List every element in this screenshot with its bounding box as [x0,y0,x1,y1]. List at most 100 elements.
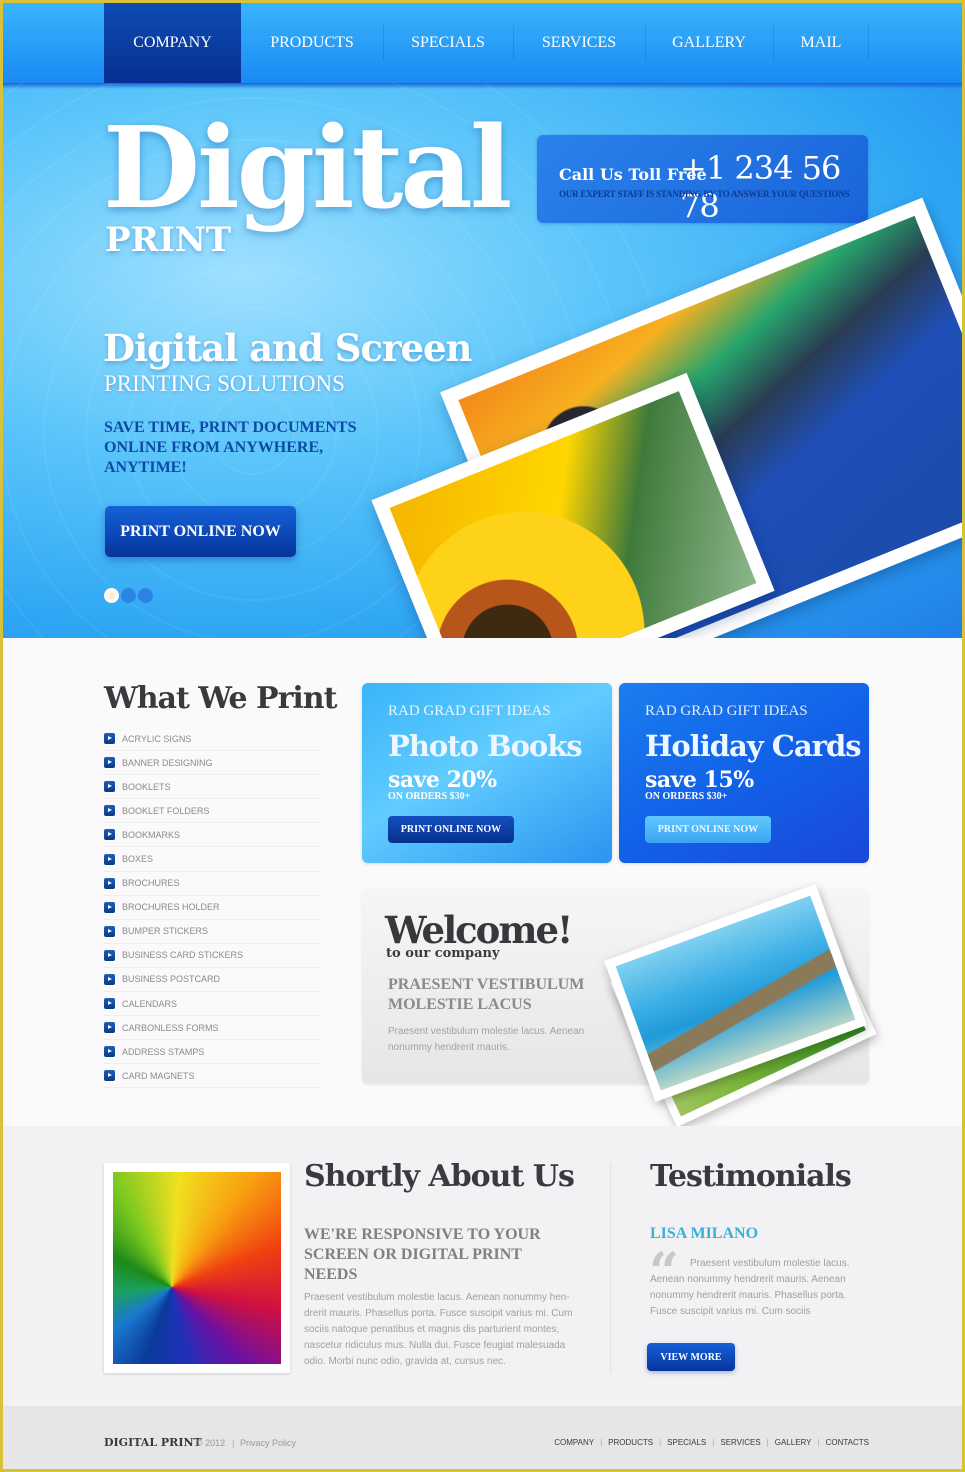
promo-discount: save 15% [645,767,754,793]
print-category-label: ACRYLIC SIGNS [122,733,192,744]
print-online-now-button[interactable]: PRINT ONLINE NOW [105,506,296,557]
footer-link-products[interactable]: PRODUCTS [608,1438,653,1447]
arrow-bullet-icon [104,1070,115,1082]
promo-condition: ON ORDERS $30+ [645,791,728,802]
call-us-box: Call Us Toll Free +1 234 56 78 OUR EXPER… [537,135,868,225]
footer: DIGITAL PRINT © 2012 | Privacy Policy CO… [3,1406,962,1469]
arrow-bullet-icon [104,781,115,793]
welcome-body: Praesent vestibulum molestie lacus. Aene… [388,1026,585,1053]
slide-dot-2[interactable] [121,588,136,603]
hero-banner: Digital PRINT Call Us Toll Free +1 234 5… [3,83,962,638]
nav-item-services[interactable]: SERVICES [514,3,644,83]
promo-print-online-button[interactable]: PRINT ONLINE NOW [645,816,771,843]
print-category-item[interactable]: BROCHURES [104,872,321,896]
phone-number: +1 234 56 78 [680,149,841,225]
print-category-label: BUMPER STICKERS [122,926,209,937]
promo-holiday-cards: RAD GRAD GIFT IDEAS Holiday Cards save 1… [619,683,869,863]
print-category-item[interactable]: CALENDARS [104,992,321,1017]
arrow-bullet-icon [104,1022,115,1034]
promo-photo-books: RAD GRAD GIFT IDEAS Photo Books save 20%… [362,683,612,863]
print-category-item[interactable]: BUMPER STICKERS [104,920,321,944]
nav-item-products[interactable]: PRODUCTS [241,3,383,83]
print-category-label: BROCHURES [122,878,180,889]
slide-dot-1[interactable] [104,588,119,603]
arrow-bullet-icon [104,805,115,817]
print-category-item[interactable]: BUSINESS POSTCARD [104,968,321,993]
print-category-label: BUSINESS CARD STICKERS [122,950,244,961]
what-we-print-list: ACRYLIC SIGNS BANNER DESIGNING BOOKLETS BOO… [104,727,321,1089]
logo-main[interactable]: Digital [103,103,512,234]
about-photo [104,1163,290,1373]
nav-item-company[interactable]: COMPANY [104,3,241,83]
print-category-label: BROCHURES HOLDER [122,902,220,913]
print-category-item[interactable]: ADDRESS STAMPS [104,1040,321,1065]
footer-nav-separator: | [659,1438,662,1447]
nav-item-mail[interactable]: MAIL [774,3,868,83]
arrow-bullet-icon [104,949,115,961]
arrow-bullet-icon [104,757,115,769]
print-category-item[interactable]: CARBONLESS FORMS [104,1016,321,1041]
footer-link-specials[interactable]: SPECIALS [667,1438,706,1447]
print-category-label: BUSINESS POSTCARD [122,974,221,985]
print-category-label: BOXES [122,854,154,865]
privacy-policy-link[interactable]: Privacy Policy [240,1438,296,1448]
about-title: Shortly About Us [304,1159,575,1194]
footer-nav-separator: | [817,1438,820,1447]
logo-sub: PRINT [105,220,232,260]
promo-title: Photo Books [388,729,583,763]
hero-subheadline: PRINTING SOLUTIONS [104,371,345,396]
arrow-bullet-icon [104,925,115,937]
print-category-item[interactable]: ACRYLIC SIGNS [104,727,321,752]
footer-nav-separator: | [600,1438,603,1447]
arrow-bullet-icon [104,877,115,889]
print-category-label: CALENDARS [122,998,178,1009]
welcome-subtitle: to our company [386,946,500,961]
slider-pagination [104,588,153,603]
print-category-label: BOOKLET FOLDERS [122,805,210,816]
print-category-label: ADDRESS STAMPS [122,1046,205,1057]
print-category-item[interactable]: BUSINESS CARD STICKERS [104,944,321,968]
print-category-item[interactable]: BOXES [104,847,321,872]
footer-nav-separator: | [766,1438,769,1447]
print-category-item[interactable]: BOOKLET FOLDERS [104,799,321,824]
print-category-item[interactable]: CARD MAGNETS [104,1064,321,1089]
print-category-label: BOOKLETS [122,781,171,792]
page: COMPANY PRODUCTS SPECIALS SERVICES GALLE… [3,3,962,1469]
print-category-item[interactable]: BOOKMARKS [104,823,321,848]
what-we-print-title: What We Print [104,681,337,716]
nav-item-specials[interactable]: SPECIALS [384,3,512,83]
footer-nav-separator: | [712,1438,715,1447]
promo-title: Holiday Cards [645,729,862,763]
arrow-bullet-icon [104,973,115,985]
footer-link-gallery[interactable]: GALLERY [775,1438,812,1447]
nav-divider [868,25,869,61]
arrow-bullet-icon [104,829,115,841]
promo-kicker: RAD GRAD GIFT IDEAS [388,703,551,719]
arrow-bullet-icon [104,733,115,745]
footer-copyright: © 2012 [196,1438,226,1448]
footer-separator: | [232,1438,235,1448]
arrow-bullet-icon [104,901,115,913]
view-more-button[interactable]: VIEW MORE [647,1343,735,1371]
rainbow-swirl-image [113,1172,281,1364]
testimonial-quote: Praesent vestibulum molestie lacus. Aene… [650,1258,850,1317]
footer-link-contacts[interactable]: CONTACTS [826,1438,869,1447]
nav-item-gallery[interactable]: GALLERY [646,3,772,83]
print-category-item[interactable]: BROCHURES HOLDER [104,896,321,920]
print-category-item[interactable]: BOOKLETS [104,775,321,800]
promo-print-online-button[interactable]: PRINT ONLINE NOW [388,816,514,843]
promo-kicker: RAD GRAD GIFT IDEAS [645,703,808,719]
footer-brand: DIGITAL PRINT [104,1436,202,1449]
footer-link-company[interactable]: COMPANY [554,1438,594,1447]
promo-condition: ON ORDERS $30+ [388,791,471,802]
about-body: Praesent vestibulum molestie lacus. Aene… [304,1292,573,1367]
call-subtext: OUR EXPERT STAFF IS STANDING BY TO ANSWE… [559,189,850,199]
arrow-bullet-icon [104,998,115,1010]
slide-dot-3[interactable] [138,588,153,603]
about-heading: WE'RE RESPONSIVE TO YOUR SCREEN OR DIGIT… [304,1226,541,1283]
hero-headline: Digital and Screen [103,326,472,370]
print-category-item[interactable]: BANNER DESIGNING [104,751,321,776]
footer-link-services[interactable]: SERVICES [720,1438,760,1447]
arrow-bullet-icon [104,1046,115,1058]
testimonial-author[interactable]: LISA MILANO [650,1225,758,1243]
